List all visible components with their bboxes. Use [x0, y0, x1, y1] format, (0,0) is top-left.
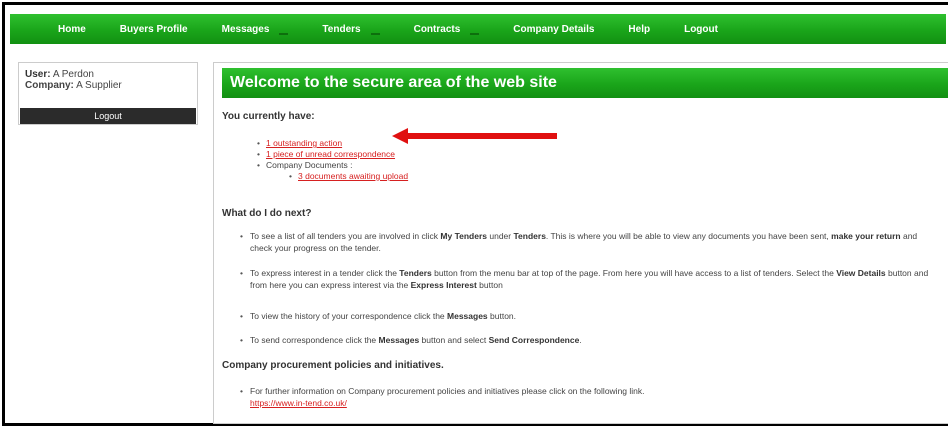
text: To see a list of all tenders you are inv…: [250, 231, 441, 241]
next-item-1: To see a list of all tenders you are inv…: [240, 230, 940, 254]
text: Messages: [447, 311, 488, 321]
nav-tenders[interactable]: Tenders: [322, 23, 380, 35]
nav-contracts[interactable]: Contracts: [414, 23, 480, 35]
in-tend-link[interactable]: https://www.in-tend.co.uk/: [250, 398, 347, 408]
sidebar-logout-button[interactable]: Logout: [20, 108, 196, 124]
nav-label: Tenders: [322, 23, 361, 35]
what-next-heading: What do I do next?: [222, 208, 312, 219]
text: Send Correspondence: [488, 335, 580, 345]
list-item: Company Documents :: [257, 160, 353, 170]
welcome-banner: Welcome to the secure area of the web si…: [222, 68, 948, 98]
nav-label: Messages: [221, 23, 270, 35]
text: under: [487, 231, 514, 241]
text: .: [579, 335, 582, 345]
dropdown-indicator-icon: [470, 29, 480, 35]
text: Tenders: [399, 268, 432, 278]
annotation-arrow-icon: [392, 128, 557, 144]
nav-label: Help: [628, 23, 651, 35]
text: button and select: [419, 335, 489, 345]
text: To send correspondence click the: [250, 335, 379, 345]
text: To view the history of your corresponden…: [250, 311, 448, 321]
user-line: User: A Perdon: [25, 69, 197, 80]
next-item-2: To express interest in a tender click th…: [240, 267, 940, 291]
nav-buyers-profile[interactable]: Buyers Profile: [120, 24, 188, 35]
policy-item: For further information on Company procu…: [240, 385, 940, 409]
policy-heading: Company procurement policies and initiat…: [222, 360, 444, 371]
user-panel: User: A Perdon Company: A Supplier Logou…: [18, 62, 198, 125]
text: button from the menu bar at top of the p…: [431, 268, 837, 278]
text: button: [476, 280, 503, 290]
next-item-3: To view the history of your corresponden…: [240, 310, 940, 322]
list-item: 3 documents awaiting upload: [289, 171, 408, 181]
main-content: Welcome to the secure area of the web si…: [213, 62, 948, 424]
nav-home[interactable]: Home: [58, 24, 86, 35]
user-name: A Perdon: [52, 69, 94, 80]
text: My Tenders: [440, 231, 488, 241]
text: View Details: [836, 268, 886, 278]
nav-label: Company Details: [513, 23, 595, 35]
nav-company-details[interactable]: Company Details: [513, 24, 594, 35]
nav-logout[interactable]: Logout: [684, 24, 718, 35]
company-line: Company: A Supplier: [25, 80, 197, 91]
list-item: 1 piece of unread correspondence: [257, 149, 395, 159]
next-item-4: To send correspondence click the Message…: [240, 334, 940, 346]
documents-awaiting-link[interactable]: 3 documents awaiting upload: [298, 171, 408, 181]
list-item: 1 outstanding action: [257, 138, 342, 148]
text: Express Interest: [410, 280, 477, 290]
company-label: Company:: [25, 80, 74, 91]
text: For further information on Company procu…: [250, 386, 645, 396]
nav-messages[interactable]: Messages: [222, 23, 289, 35]
top-nav: Home Buyers Profile Messages Tenders Con…: [10, 14, 946, 44]
text: Tenders: [513, 231, 546, 241]
text: To express interest in a tender click th…: [250, 268, 400, 278]
nav-label: Buyers Profile: [119, 23, 188, 35]
text: make your return: [831, 231, 901, 241]
user-label: User:: [25, 69, 51, 80]
company-documents-label: Company Documents :: [266, 160, 353, 170]
text: button.: [487, 311, 517, 321]
dropdown-indicator-icon: [370, 29, 380, 35]
you-have-heading: You currently have:: [222, 111, 315, 122]
company-name: A Supplier: [76, 80, 122, 91]
nav-label: Logout: [684, 23, 718, 35]
text: Messages: [378, 335, 420, 345]
nav-label: Home: [58, 23, 86, 35]
nav-label: Contracts: [413, 23, 461, 35]
text: . This is where you will be able to view…: [545, 231, 832, 241]
outstanding-action-link[interactable]: 1 outstanding action: [266, 138, 342, 148]
unread-correspondence-link[interactable]: 1 piece of unread correspondence: [266, 149, 395, 159]
nav-help[interactable]: Help: [628, 24, 650, 35]
dropdown-indicator-icon: [279, 29, 289, 35]
